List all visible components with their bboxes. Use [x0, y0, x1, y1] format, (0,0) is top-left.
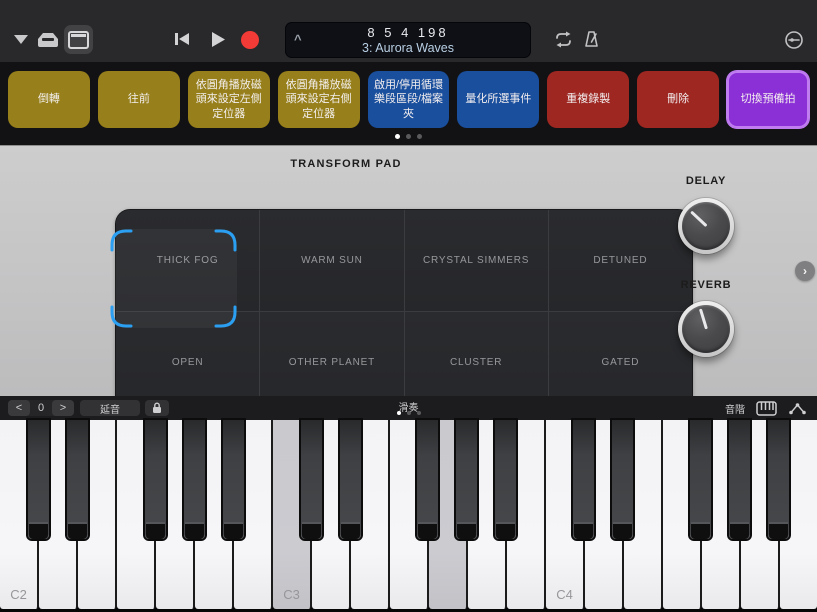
black-key[interactable] [28, 420, 49, 539]
black-key[interactable] [495, 420, 516, 539]
drawer-icon [36, 31, 60, 49]
shortcut-button[interactable]: 刪除 [637, 71, 719, 128]
record-button[interactable] [241, 31, 259, 49]
page-dot [406, 134, 411, 139]
key-octave-label: C2 [0, 587, 37, 602]
reverb-knob-face [682, 305, 730, 353]
reverb-knob[interactable] [678, 301, 734, 357]
black-key[interactable] [67, 420, 88, 539]
delay-knob-pointer [690, 211, 707, 228]
piano-keyboard: C2 C3 C4 [0, 420, 817, 612]
next-controls-page-button[interactable]: › [795, 261, 815, 281]
shortcut-button[interactable]: 往前 [98, 71, 180, 128]
keyboard-mode-dots[interactable] [0, 411, 817, 415]
keyboard-options-right: 音階 [725, 396, 807, 420]
shortcut-button[interactable]: 啟用/停用循環樂段區段/檔案夾 [368, 71, 450, 128]
metronome-button[interactable] [582, 30, 601, 48]
loop-cycle-icon [553, 31, 574, 48]
shortcut-page-dots[interactable] [0, 134, 817, 139]
garageband-app: ^ 8 5 4 198 3: Aurora Waves [0, 0, 817, 612]
shortcut-button[interactable]: 倒轉 [8, 71, 90, 128]
page-dot [397, 411, 401, 415]
black-key[interactable] [301, 420, 322, 539]
arpeggiator-icon[interactable] [788, 402, 807, 415]
settings-button[interactable] [784, 30, 804, 50]
key-octave-label: C4 [546, 587, 583, 602]
lcd-display[interactable]: ^ 8 5 4 198 3: Aurora Waves [285, 22, 531, 58]
black-key[interactable] [145, 420, 166, 539]
settings-mixer-icon [784, 30, 804, 50]
transform-pad-title: TRANSFORM PAD [58, 158, 634, 170]
black-key[interactable] [417, 420, 438, 539]
pad-label: THICK FOG [157, 255, 219, 266]
pad-label: DETUNED [593, 255, 647, 266]
transform-pad-cell[interactable]: CRYSTAL SIMMERS [405, 210, 548, 311]
transform-pad[interactable]: THICK FOGWARM SUNCRYSTAL SIMMERSDETUNEDO… [58, 178, 634, 381]
navigation-chevron-button[interactable] [14, 35, 28, 44]
transform-pad-cell[interactable]: WARM SUN [260, 210, 403, 311]
shortcut-button[interactable]: 切換預備拍 [727, 71, 809, 128]
page-dot [395, 134, 400, 139]
black-key[interactable] [768, 420, 789, 539]
chevron-down-icon [14, 35, 28, 44]
keyboard-layout-icon[interactable] [756, 401, 777, 416]
black-key[interactable] [456, 420, 477, 539]
shortcut-button[interactable]: 量化所選事件 [457, 71, 539, 128]
tracks-view-icon [68, 31, 89, 49]
page-dot [417, 134, 422, 139]
delay-knob-label: DELAY [646, 175, 766, 187]
tracks-view-button[interactable] [64, 25, 93, 54]
go-to-beginning-button[interactable] [172, 30, 192, 48]
shortcut-buttons: 倒轉往前依圓角播放磁頭來設定左側定位器依圓角播放磁頭來設定右側定位器啟用/停用循… [8, 71, 809, 128]
pad-label: OPEN [172, 357, 204, 368]
metronome-icon [582, 30, 601, 48]
black-key[interactable] [612, 420, 633, 539]
smart-controls-panel: TRANSFORM PAD THICK FOG WARM SUN CRYSTAL S… [0, 145, 817, 396]
keyboard-options-bar: < 0 > 延音 滑奏 音階 [0, 396, 817, 420]
transform-pad-cell[interactable]: THICK FOG [116, 210, 259, 311]
play-button[interactable] [209, 31, 226, 48]
page-dot [417, 411, 421, 415]
key-octave-label: C3 [273, 587, 310, 602]
delay-knob[interactable] [678, 198, 734, 254]
lcd-position-readout: 8 5 4 198 [285, 25, 531, 40]
pad-label: CRYSTAL SIMMERS [423, 255, 529, 266]
page-dot [407, 411, 411, 415]
scale-button[interactable]: 音階 [725, 401, 745, 416]
black-key[interactable] [340, 420, 361, 539]
transform-pad-cell[interactable]: DETUNED [549, 210, 692, 311]
pad-label: CLUSTER [450, 357, 502, 368]
top-toolbar: ^ 8 5 4 198 3: Aurora Waves [0, 0, 817, 62]
shortcut-button[interactable]: 依圓角播放磁頭來設定右側定位器 [278, 71, 360, 128]
skip-to-start-icon [172, 30, 192, 48]
pad-label: OTHER PLANET [289, 357, 375, 368]
black-key[interactable] [184, 420, 205, 539]
record-icon [241, 31, 259, 49]
cycle-button[interactable] [553, 31, 574, 48]
pad-label: WARM SUN [301, 255, 363, 266]
pad-label: GATED [602, 357, 640, 368]
black-key[interactable] [729, 420, 750, 539]
play-icon [209, 31, 226, 48]
shortcut-button[interactable]: 重複錄製 [547, 71, 629, 128]
shortcut-button-row: 倒轉往前依圓角播放磁頭來設定左側定位器依圓角播放磁頭來設定右側定位器啟用/停用循… [0, 62, 817, 145]
reverb-knob-label: REVERB [646, 279, 766, 291]
shortcut-button[interactable]: 依圓角播放磁頭來設定左側定位器 [188, 71, 270, 128]
black-key[interactable] [573, 420, 594, 539]
reverb-knob-pointer [698, 308, 707, 329]
transform-pad-grid: THICK FOG WARM SUN CRYSTAL SIMMERS DETUNED O… [116, 210, 692, 413]
black-key[interactable] [223, 420, 244, 539]
delay-knob-face [682, 202, 730, 250]
black-key[interactable] [690, 420, 711, 539]
lcd-song-name: 3: Aurora Waves [285, 41, 531, 55]
browser-button[interactable] [36, 31, 60, 49]
